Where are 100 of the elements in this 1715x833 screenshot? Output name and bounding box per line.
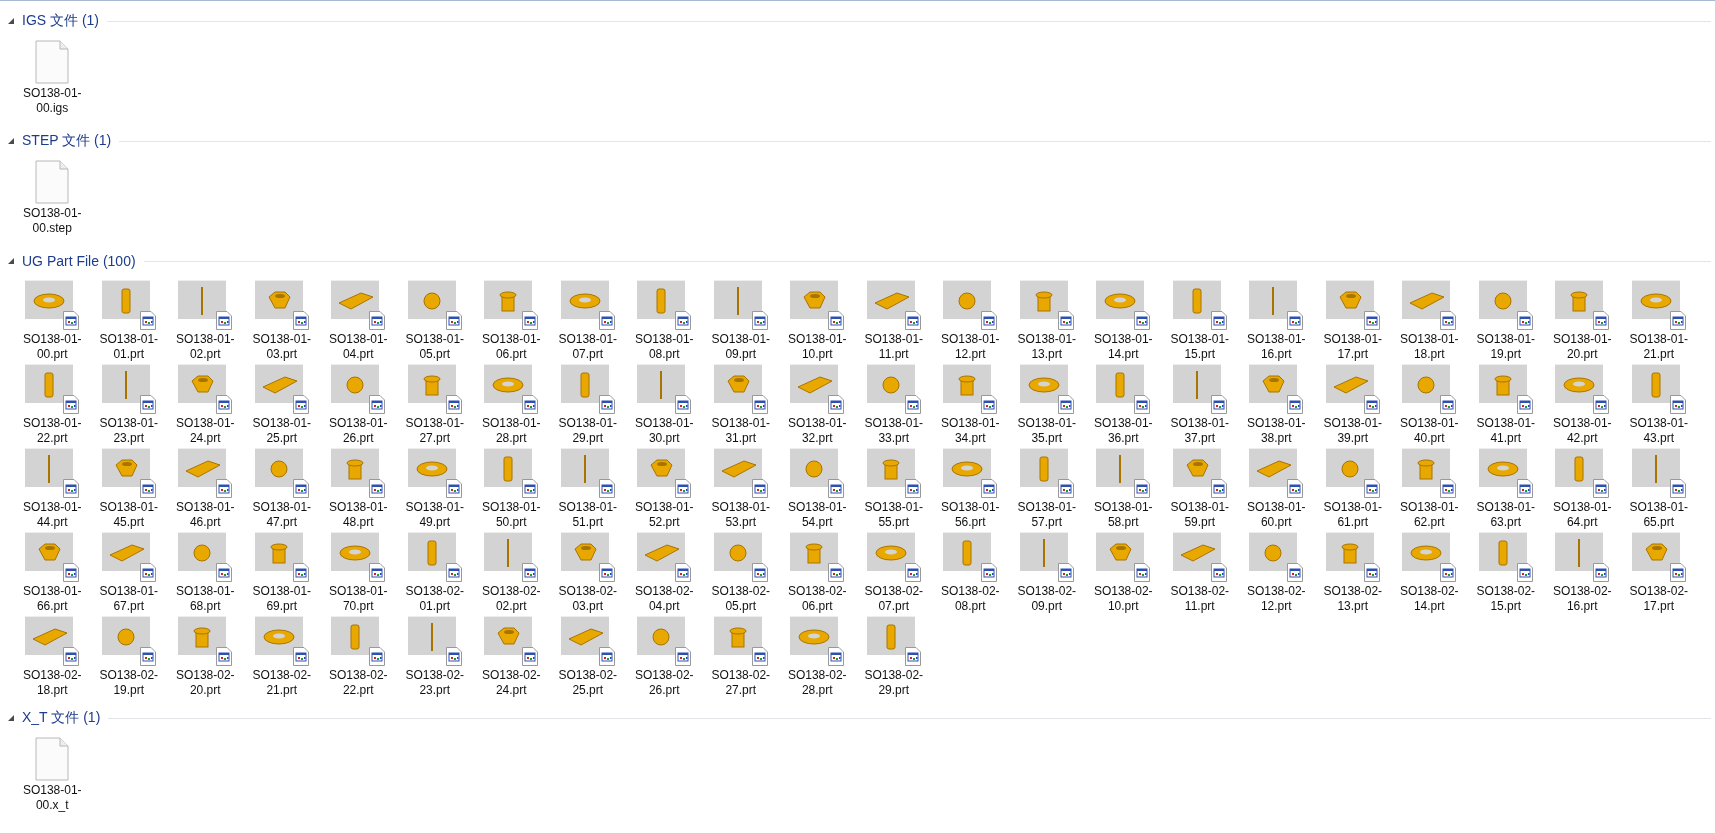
part-thumbnail[interactable]: [484, 616, 539, 666]
part-thumbnail[interactable]: [254, 448, 309, 498]
file-name[interactable]: SO138-01-39.prt: [1320, 416, 1385, 446]
part-thumbnail[interactable]: [1249, 532, 1304, 582]
part-thumbnail[interactable]: [407, 532, 462, 582]
file-name[interactable]: SO138-01-23.prt: [96, 416, 161, 446]
part-thumbnail[interactable]: [484, 364, 539, 414]
part-thumbnail[interactable]: [560, 532, 615, 582]
file-name[interactable]: SO138-02-09.prt: [1014, 584, 1079, 614]
part-thumbnail[interactable]: [254, 280, 309, 330]
file-name[interactable]: SO138-01-65.prt: [1626, 500, 1691, 530]
file-name[interactable]: SO138-01-20.prt: [1550, 332, 1615, 362]
file-name[interactable]: SO138-02-05.prt: [708, 584, 773, 614]
file-name[interactable]: SO138-01-47.prt: [249, 500, 314, 530]
part-thumbnail[interactable]: [407, 448, 462, 498]
file-name[interactable]: SO138-01-02.prt: [173, 332, 238, 362]
file-name[interactable]: SO138-02-07.prt: [861, 584, 926, 614]
file-name[interactable]: SO138-02-10.prt: [1091, 584, 1156, 614]
part-thumbnail[interactable]: [866, 532, 921, 582]
part-thumbnail[interactable]: [866, 616, 921, 666]
part-thumbnail[interactable]: [101, 532, 156, 582]
part-thumbnail[interactable]: [560, 448, 615, 498]
part-thumbnail[interactable]: [101, 364, 156, 414]
part-thumbnail[interactable]: [1555, 280, 1610, 330]
file-name[interactable]: SO138-01-59.prt: [1167, 500, 1232, 530]
file-name[interactable]: SO138-02-11.prt: [1167, 584, 1232, 614]
part-thumbnail[interactable]: [1402, 448, 1457, 498]
part-thumbnail[interactable]: [407, 280, 462, 330]
file-name[interactable]: SO138-01-22.prt: [20, 416, 85, 446]
file-name[interactable]: SO138-01-36.prt: [1091, 416, 1156, 446]
part-thumbnail[interactable]: [331, 532, 386, 582]
part-thumbnail[interactable]: [1325, 364, 1380, 414]
part-thumbnail[interactable]: [637, 616, 692, 666]
part-thumbnail[interactable]: [178, 532, 233, 582]
file-name[interactable]: SO138-01-00.x_t: [20, 783, 85, 813]
file-name[interactable]: SO138-01-40.prt: [1397, 416, 1462, 446]
part-thumbnail[interactable]: [1478, 532, 1533, 582]
file-name[interactable]: SO138-02-03.prt: [555, 584, 620, 614]
part-thumbnail[interactable]: [790, 364, 845, 414]
file-name[interactable]: SO138-01-41.prt: [1473, 416, 1538, 446]
part-thumbnail[interactable]: [943, 280, 998, 330]
part-thumbnail[interactable]: [407, 616, 462, 666]
part-thumbnail[interactable]: [25, 616, 80, 666]
file-name[interactable]: SO138-01-57.prt: [1014, 500, 1079, 530]
part-thumbnail[interactable]: [331, 280, 386, 330]
file-name[interactable]: SO138-01-15.prt: [1167, 332, 1232, 362]
part-thumbnail[interactable]: [790, 448, 845, 498]
file-name[interactable]: SO138-01-66.prt: [20, 584, 85, 614]
part-thumbnail[interactable]: [866, 280, 921, 330]
part-thumbnail[interactable]: [484, 280, 539, 330]
part-thumbnail[interactable]: [1172, 280, 1227, 330]
part-thumbnail[interactable]: [713, 532, 768, 582]
file-name[interactable]: SO138-01-68.prt: [173, 584, 238, 614]
part-thumbnail[interactable]: [713, 280, 768, 330]
file-name[interactable]: SO138-01-53.prt: [708, 500, 773, 530]
part-thumbnail[interactable]: [1631, 364, 1686, 414]
file-name[interactable]: SO138-01-13.prt: [1014, 332, 1079, 362]
file-name[interactable]: SO138-02-24.prt: [479, 668, 544, 698]
file-name[interactable]: SO138-01-51.prt: [555, 500, 620, 530]
part-thumbnail[interactable]: [254, 616, 309, 666]
part-thumbnail[interactable]: [790, 532, 845, 582]
file-name[interactable]: SO138-02-16.prt: [1550, 584, 1615, 614]
part-thumbnail[interactable]: [713, 364, 768, 414]
group-header[interactable]: UG Part File (100): [22, 253, 136, 269]
part-thumbnail[interactable]: [943, 532, 998, 582]
file-name[interactable]: SO138-01-01.prt: [96, 332, 161, 362]
file-name[interactable]: SO138-01-52.prt: [632, 500, 697, 530]
file-name[interactable]: SO138-02-18.prt: [20, 668, 85, 698]
file-name[interactable]: SO138-01-17.prt: [1320, 332, 1385, 362]
file-name[interactable]: SO138-01-32.prt: [785, 416, 850, 446]
file-name[interactable]: SO138-01-24.prt: [173, 416, 238, 446]
part-thumbnail[interactable]: [1402, 364, 1457, 414]
file-name[interactable]: SO138-01-07.prt: [555, 332, 620, 362]
part-thumbnail[interactable]: [866, 364, 921, 414]
part-thumbnail[interactable]: [637, 280, 692, 330]
part-thumbnail[interactable]: [1555, 448, 1610, 498]
group-header[interactable]: IGS 文件 (1): [22, 12, 99, 30]
file-name[interactable]: SO138-01-50.prt: [479, 500, 544, 530]
part-thumbnail[interactable]: [1325, 280, 1380, 330]
file-name[interactable]: SO138-01-38.prt: [1244, 416, 1309, 446]
file-name[interactable]: SO138-01-00.step: [20, 206, 85, 236]
file-name[interactable]: SO138-01-43.prt: [1626, 416, 1691, 446]
part-thumbnail[interactable]: [1019, 448, 1074, 498]
part-thumbnail[interactable]: [1019, 364, 1074, 414]
file-name[interactable]: SO138-02-13.prt: [1320, 584, 1385, 614]
file-name[interactable]: SO138-01-67.prt: [96, 584, 161, 614]
part-thumbnail[interactable]: [1096, 280, 1151, 330]
collapse-arrow-icon[interactable]: [8, 18, 14, 24]
part-thumbnail[interactable]: [178, 364, 233, 414]
part-thumbnail[interactable]: [943, 364, 998, 414]
file-name[interactable]: SO138-01-14.prt: [1091, 332, 1156, 362]
file-name[interactable]: SO138-01-08.prt: [632, 332, 697, 362]
file-name[interactable]: SO138-01-19.prt: [1473, 332, 1538, 362]
file-name[interactable]: SO138-01-58.prt: [1091, 500, 1156, 530]
file-name[interactable]: SO138-01-04.prt: [326, 332, 391, 362]
part-thumbnail[interactable]: [25, 364, 80, 414]
part-thumbnail[interactable]: [1172, 448, 1227, 498]
file-name[interactable]: SO138-01-35.prt: [1014, 416, 1079, 446]
file-name[interactable]: SO138-02-17.prt: [1626, 584, 1691, 614]
file-name[interactable]: SO138-02-06.prt: [785, 584, 850, 614]
